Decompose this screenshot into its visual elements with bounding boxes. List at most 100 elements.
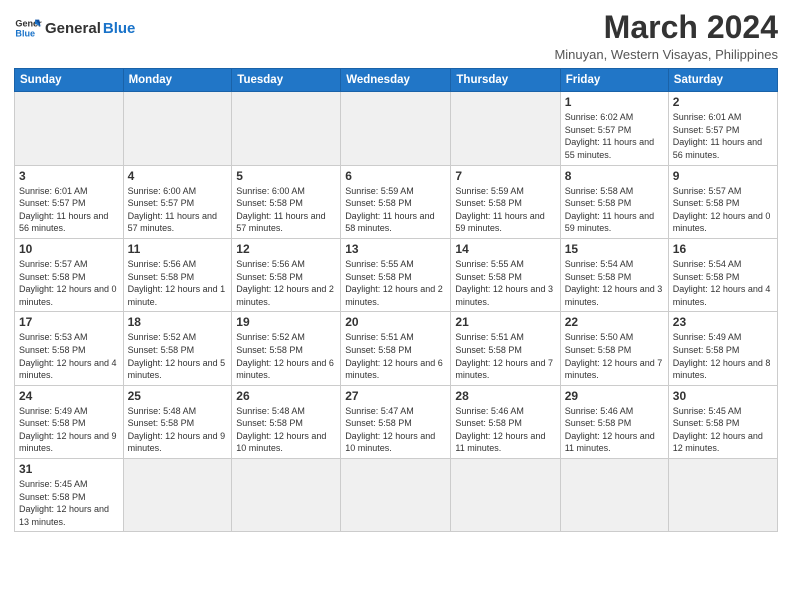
calendar-title: March 2024 xyxy=(554,10,778,45)
calendar-cell: 5 Sunrise: 6:00 AM Sunset: 5:58 PM Daylig… xyxy=(232,165,341,238)
day-number: 14 xyxy=(455,242,555,256)
calendar-cell xyxy=(123,459,232,532)
calendar-cell: 30 Sunrise: 5:45 AM Sunset: 5:58 PM Dayli… xyxy=(668,385,777,458)
day-info: Sunrise: 5:58 AM Sunset: 5:58 PM Dayligh… xyxy=(565,185,664,235)
day-number: 9 xyxy=(673,169,773,183)
day-info: Sunrise: 5:49 AM Sunset: 5:58 PM Dayligh… xyxy=(673,331,773,381)
calendar-cell xyxy=(232,92,341,165)
day-info: Sunrise: 5:52 AM Sunset: 5:58 PM Dayligh… xyxy=(128,331,228,381)
header: General Blue General Blue March 2024 Min… xyxy=(14,10,778,62)
day-info: Sunrise: 5:46 AM Sunset: 5:58 PM Dayligh… xyxy=(455,405,555,455)
week-row-4: 24 Sunrise: 5:49 AM Sunset: 5:58 PM Dayli… xyxy=(15,385,778,458)
calendar-cell: 2 Sunrise: 6:01 AM Sunset: 5:57 PM Daylig… xyxy=(668,92,777,165)
calendar-cell: 10 Sunrise: 5:57 AM Sunset: 5:58 PM Dayli… xyxy=(15,238,124,311)
day-info: Sunrise: 5:59 AM Sunset: 5:58 PM Dayligh… xyxy=(455,185,555,235)
logo-general: General xyxy=(45,20,101,37)
day-number: 24 xyxy=(19,389,119,403)
day-info: Sunrise: 5:54 AM Sunset: 5:58 PM Dayligh… xyxy=(673,258,773,308)
day-number: 10 xyxy=(19,242,119,256)
calendar-cell: 20Sunrise: 5:51 AM Sunset: 5:58 PM Dayli… xyxy=(341,312,451,385)
day-header-friday: Friday xyxy=(560,69,668,92)
logo-blue: Blue xyxy=(103,20,136,37)
calendar-cell: 29 Sunrise: 5:46 AM Sunset: 5:58 PM Dayli… xyxy=(560,385,668,458)
day-header-monday: Monday xyxy=(123,69,232,92)
day-number: 21 xyxy=(455,315,555,329)
calendar-cell xyxy=(341,459,451,532)
calendar-cell: 28Sunrise: 5:46 AM Sunset: 5:58 PM Dayli… xyxy=(451,385,560,458)
week-row-3: 17 Sunrise: 5:53 AM Sunset: 5:58 PM Dayli… xyxy=(15,312,778,385)
day-header-wednesday: Wednesday xyxy=(341,69,451,92)
day-number: 20 xyxy=(345,315,446,329)
calendar-cell: 6Sunrise: 5:59 AM Sunset: 5:58 PM Daylig… xyxy=(341,165,451,238)
day-info: Sunrise: 5:57 AM Sunset: 5:58 PM Dayligh… xyxy=(19,258,119,308)
day-number: 30 xyxy=(673,389,773,403)
day-info: Sunrise: 5:47 AM Sunset: 5:58 PM Dayligh… xyxy=(345,405,446,455)
day-header-tuesday: Tuesday xyxy=(232,69,341,92)
day-number: 1 xyxy=(565,95,664,109)
day-info: Sunrise: 6:01 AM Sunset: 5:57 PM Dayligh… xyxy=(19,185,119,235)
calendar-cell xyxy=(451,92,560,165)
day-info: Sunrise: 5:46 AM Sunset: 5:58 PM Dayligh… xyxy=(565,405,664,455)
day-number: 16 xyxy=(673,242,773,256)
day-info: Sunrise: 5:55 AM Sunset: 5:58 PM Dayligh… xyxy=(455,258,555,308)
calendar-cell: 4 Sunrise: 6:00 AM Sunset: 5:57 PM Daylig… xyxy=(123,165,232,238)
calendar-cell xyxy=(232,459,341,532)
calendar-cell: 17 Sunrise: 5:53 AM Sunset: 5:58 PM Dayli… xyxy=(15,312,124,385)
calendar-cell: 16 Sunrise: 5:54 AM Sunset: 5:58 PM Dayli… xyxy=(668,238,777,311)
calendar-cell xyxy=(123,92,232,165)
day-number: 26 xyxy=(236,389,336,403)
calendar-cell: 31Sunrise: 5:45 AM Sunset: 5:58 PM Dayli… xyxy=(15,459,124,532)
generalblue-logo-icon: General Blue xyxy=(14,14,42,42)
logo: General Blue General Blue xyxy=(14,10,135,42)
day-number: 11 xyxy=(128,242,228,256)
week-row-2: 10 Sunrise: 5:57 AM Sunset: 5:58 PM Dayli… xyxy=(15,238,778,311)
day-info: Sunrise: 5:54 AM Sunset: 5:58 PM Dayligh… xyxy=(565,258,664,308)
day-number: 5 xyxy=(236,169,336,183)
day-info: Sunrise: 5:50 AM Sunset: 5:58 PM Dayligh… xyxy=(565,331,664,381)
day-info: Sunrise: 5:51 AM Sunset: 5:58 PM Dayligh… xyxy=(455,331,555,381)
calendar-cell: 26Sunrise: 5:48 AM Sunset: 5:58 PM Dayli… xyxy=(232,385,341,458)
calendar-cell: 12Sunrise: 5:56 AM Sunset: 5:58 PM Dayli… xyxy=(232,238,341,311)
calendar-cell: 15Sunrise: 5:54 AM Sunset: 5:58 PM Dayli… xyxy=(560,238,668,311)
day-number: 29 xyxy=(565,389,664,403)
day-info: Sunrise: 5:52 AM Sunset: 5:58 PM Dayligh… xyxy=(236,331,336,381)
day-info: Sunrise: 5:53 AM Sunset: 5:58 PM Dayligh… xyxy=(19,331,119,381)
calendar-cell xyxy=(451,459,560,532)
day-info: Sunrise: 5:56 AM Sunset: 5:58 PM Dayligh… xyxy=(128,258,228,308)
day-number: 3 xyxy=(19,169,119,183)
day-number: 2 xyxy=(673,95,773,109)
calendar-cell xyxy=(341,92,451,165)
day-info: Sunrise: 6:01 AM Sunset: 5:57 PM Dayligh… xyxy=(673,111,773,161)
day-info: Sunrise: 6:02 AM Sunset: 5:57 PM Dayligh… xyxy=(565,111,664,161)
day-info: Sunrise: 5:49 AM Sunset: 5:58 PM Dayligh… xyxy=(19,405,119,455)
day-info: Sunrise: 6:00 AM Sunset: 5:58 PM Dayligh… xyxy=(236,185,336,235)
day-number: 31 xyxy=(19,462,119,476)
day-number: 23 xyxy=(673,315,773,329)
day-info: Sunrise: 5:55 AM Sunset: 5:58 PM Dayligh… xyxy=(345,258,446,308)
day-header-sunday: Sunday xyxy=(15,69,124,92)
day-number: 4 xyxy=(128,169,228,183)
day-info: Sunrise: 5:45 AM Sunset: 5:58 PM Dayligh… xyxy=(673,405,773,455)
days-header-row: SundayMondayTuesdayWednesdayThursdayFrid… xyxy=(15,69,778,92)
week-row-0: 1 Sunrise: 6:02 AM Sunset: 5:57 PM Daylig… xyxy=(15,92,778,165)
svg-text:Blue: Blue xyxy=(15,28,35,38)
calendar-cell xyxy=(560,459,668,532)
calendar-cell: 27 Sunrise: 5:47 AM Sunset: 5:58 PM Dayli… xyxy=(341,385,451,458)
day-number: 7 xyxy=(455,169,555,183)
calendar-table: SundayMondayTuesdayWednesdayThursdayFrid… xyxy=(14,68,778,532)
day-header-thursday: Thursday xyxy=(451,69,560,92)
week-row-1: 3 Sunrise: 6:01 AM Sunset: 5:57 PM Daylig… xyxy=(15,165,778,238)
title-area: March 2024 Minuyan, Western Visayas, Phi… xyxy=(554,10,778,62)
day-info: Sunrise: 6:00 AM Sunset: 5:57 PM Dayligh… xyxy=(128,185,228,235)
day-info: Sunrise: 5:57 AM Sunset: 5:58 PM Dayligh… xyxy=(673,185,773,235)
day-number: 27 xyxy=(345,389,446,403)
calendar-cell: 21 Sunrise: 5:51 AM Sunset: 5:58 PM Dayli… xyxy=(451,312,560,385)
calendar-cell: 23 Sunrise: 5:49 AM Sunset: 5:58 PM Dayli… xyxy=(668,312,777,385)
calendar-cell: 19Sunrise: 5:52 AM Sunset: 5:58 PM Dayli… xyxy=(232,312,341,385)
calendar-cell: 7 Sunrise: 5:59 AM Sunset: 5:58 PM Daylig… xyxy=(451,165,560,238)
day-info: Sunrise: 5:48 AM Sunset: 5:58 PM Dayligh… xyxy=(128,405,228,455)
calendar-cell: 18Sunrise: 5:52 AM Sunset: 5:58 PM Dayli… xyxy=(123,312,232,385)
calendar-cell: 8Sunrise: 5:58 AM Sunset: 5:58 PM Daylig… xyxy=(560,165,668,238)
day-number: 17 xyxy=(19,315,119,329)
calendar-cell: 3 Sunrise: 6:01 AM Sunset: 5:57 PM Daylig… xyxy=(15,165,124,238)
